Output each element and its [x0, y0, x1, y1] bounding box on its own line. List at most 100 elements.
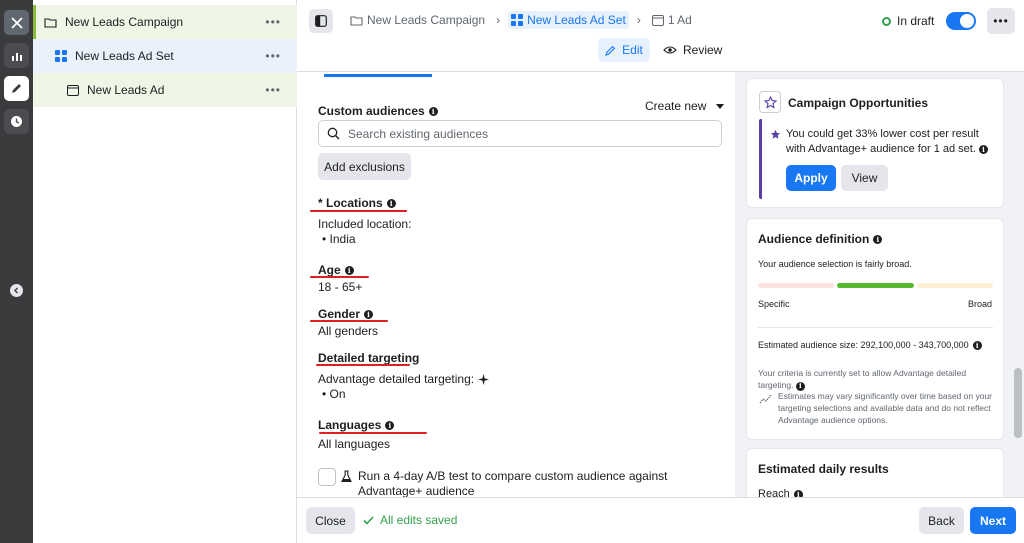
- opportunities-card: Campaign Opportunities You could get 33%…: [746, 78, 1004, 208]
- info-icon[interactable]: i: [978, 145, 988, 154]
- breadcrumb-label: New Leads Campaign: [367, 13, 486, 27]
- audience-form: Custom audiences i Create new Search exi…: [297, 72, 727, 497]
- back-button[interactable]: Back: [919, 507, 964, 534]
- tree-item-ad[interactable]: New Leads Ad •••: [33, 73, 297, 107]
- beaker-icon: [341, 470, 352, 483]
- abtest-label: Run a 4-day A/B test to compare custom a…: [358, 469, 668, 497]
- reach-label: Reach i: [758, 488, 803, 497]
- reach-text: Reach: [758, 488, 790, 497]
- gender-heading: Gender i: [318, 307, 374, 321]
- breadcrumb-label: New Leads Ad Set: [527, 13, 626, 27]
- ad-icon: [67, 84, 79, 96]
- footer-bar: Close All edits saved Back Next: [297, 497, 1024, 543]
- more-options-icon[interactable]: •••: [265, 49, 281, 63]
- history-icon[interactable]: [4, 109, 29, 134]
- tab-edit-label: Edit: [622, 43, 643, 57]
- info-icon[interactable]: i: [793, 489, 803, 497]
- audience-search-input[interactable]: Search existing audiences: [318, 120, 722, 147]
- info-icon[interactable]: i: [344, 265, 354, 275]
- tab-edit[interactable]: Edit: [598, 38, 650, 62]
- close-icon[interactable]: [4, 10, 29, 35]
- meter-specific-label: Specific: [758, 299, 790, 309]
- abtest-checkbox[interactable]: [318, 468, 336, 486]
- breadcrumb: New Leads Campaign › New Leads Ad Set › …: [347, 11, 695, 29]
- info-icon[interactable]: i: [385, 420, 395, 430]
- more-options-icon[interactable]: •••: [265, 15, 281, 29]
- opportunity-message: You could get 33% lower cost per result …: [786, 127, 991, 157]
- apply-button[interactable]: Apply: [786, 165, 836, 191]
- opportunity-item: You could get 33% lower cost per result …: [759, 119, 993, 199]
- more-options-icon[interactable]: •••: [265, 83, 281, 97]
- tab-review-label: Review: [683, 43, 723, 57]
- trend-icon: [759, 394, 772, 404]
- detailed-value: On: [329, 387, 346, 401]
- scrollbar[interactable]: [1013, 72, 1024, 497]
- breadcrumb-ad[interactable]: 1 Ad: [649, 11, 695, 29]
- advantage-detailed-label: Advantage detailed targeting:: [318, 372, 475, 386]
- daily-results-title: Estimated daily results: [758, 462, 889, 476]
- tab-review[interactable]: Review: [663, 38, 722, 62]
- heading-label: Age: [318, 263, 341, 277]
- folder-icon: [350, 15, 363, 26]
- criteria-note: Your criteria is currently set to allow …: [758, 367, 993, 391]
- grid-icon: [55, 50, 67, 62]
- scrollbar-thumb[interactable]: [1014, 368, 1022, 438]
- criteria-text: Your criteria is currently set to allow …: [758, 368, 967, 390]
- audience-size: Estimated audience size: 292,100,000 - 3…: [758, 340, 982, 350]
- meter-fairly-broad: [837, 283, 914, 288]
- status-label: In draft: [897, 14, 935, 28]
- audience-definition-card: Audience definition i Your audience sele…: [746, 218, 1004, 440]
- create-new-dropdown[interactable]: Create new: [645, 99, 725, 113]
- active-tab-indicator: [324, 74, 432, 77]
- search-placeholder: Search existing audiences: [348, 126, 489, 141]
- add-exclusions-button[interactable]: Add exclusions: [318, 153, 411, 180]
- ad-icon: [651, 14, 664, 26]
- gender-value: All genders: [318, 324, 379, 338]
- audience-size-text: Estimated audience size: 292,100,000 - 3…: [758, 340, 969, 350]
- custom-audiences-heading: Custom audiences i: [318, 104, 438, 118]
- collapse-chevron-icon[interactable]: [10, 284, 23, 297]
- info-icon[interactable]: i: [428, 106, 438, 116]
- caret-down-icon: [716, 103, 725, 109]
- tree-item-label: New Leads Ad: [87, 83, 165, 97]
- detailed-item: • On: [322, 387, 346, 401]
- tree-item-campaign[interactable]: New Leads Campaign •••: [33, 5, 297, 39]
- heading-label: * Locations: [318, 196, 383, 210]
- info-icon[interactable]: i: [873, 234, 883, 244]
- grid-icon: [511, 14, 524, 26]
- info-icon[interactable]: i: [972, 340, 982, 350]
- languages-value: All languages: [318, 437, 391, 451]
- breadcrumb-adset[interactable]: New Leads Ad Set: [508, 11, 629, 29]
- save-status: All edits saved: [363, 513, 457, 527]
- red-underline: [310, 210, 407, 212]
- close-button[interactable]: Close: [306, 507, 355, 534]
- eye-icon: [663, 46, 677, 54]
- locations-label: Included location:: [318, 217, 412, 231]
- panel-toggle-icon[interactable]: [309, 9, 333, 33]
- sparkle-icon: [478, 373, 490, 385]
- advantage-detailed-row: Advantage detailed targeting:: [318, 372, 490, 386]
- breadcrumb-label: 1 Ad: [667, 13, 692, 27]
- location-value: India: [329, 232, 356, 246]
- info-icon[interactable]: i: [364, 309, 374, 319]
- view-button[interactable]: View: [841, 165, 888, 191]
- info-icon[interactable]: i: [386, 198, 396, 208]
- next-button[interactable]: Next: [970, 507, 1016, 534]
- breadcrumb-campaign[interactable]: New Leads Campaign: [347, 11, 488, 29]
- red-underline: [316, 364, 410, 366]
- edit-icon[interactable]: [4, 76, 29, 101]
- status-dot-icon: [882, 16, 891, 26]
- more-options-button[interactable]: •••: [987, 8, 1015, 34]
- audience-definition-title: Audience definition i: [758, 232, 883, 246]
- locations-heading: * Locations i: [318, 196, 396, 210]
- meter-broad-label: Broad: [967, 299, 992, 309]
- card-title: Audience definition: [758, 232, 870, 246]
- audience-summary: Your audience selection is fairly broad.: [758, 259, 912, 269]
- heading-label: Languages: [318, 418, 382, 432]
- insights-panel: Campaign Opportunities You could get 33%…: [735, 72, 1024, 497]
- tree-item-adset[interactable]: New Leads Ad Set •••: [33, 39, 297, 73]
- red-underline: [310, 320, 388, 322]
- chevron-right-icon: ›: [496, 13, 501, 27]
- reports-icon[interactable]: [4, 43, 29, 68]
- publish-toggle[interactable]: [946, 12, 976, 30]
